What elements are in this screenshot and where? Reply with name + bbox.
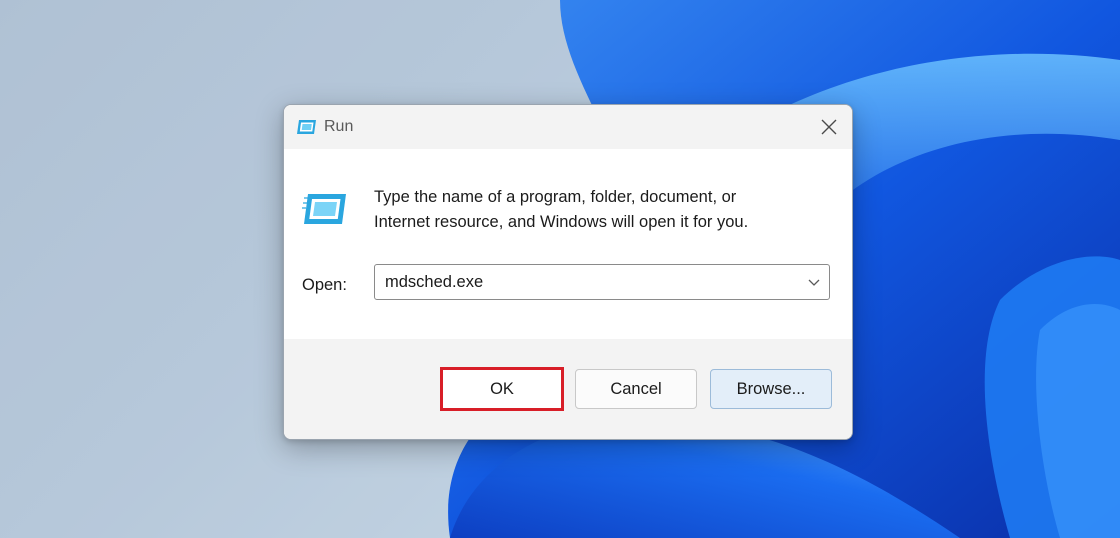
run-app-icon xyxy=(297,120,316,134)
close-x-icon xyxy=(821,119,837,135)
desktop: Run Type the name of a program, folder, … xyxy=(0,0,1120,538)
dialog-title: Run xyxy=(324,118,354,135)
description-line-1: Type the name of a program, folder, docu… xyxy=(374,188,737,206)
open-combobox[interactable] xyxy=(374,264,830,300)
open-input[interactable] xyxy=(385,265,795,299)
content-area: Type the name of a program, folder, docu… xyxy=(284,149,852,339)
button-row: OK Cancel Browse... xyxy=(284,339,852,439)
ok-button[interactable]: OK xyxy=(440,367,564,411)
run-dialog: Run Type the name of a program, folder, … xyxy=(283,104,853,440)
description-line-2: Internet resource, and Windows will open… xyxy=(374,213,749,231)
cancel-button[interactable]: Cancel xyxy=(575,369,697,409)
description-text: Type the name of a program, folder, docu… xyxy=(374,185,814,235)
title-bar[interactable]: Run xyxy=(284,105,852,149)
run-app-icon xyxy=(302,194,346,224)
open-label: Open: xyxy=(302,276,347,294)
close-button[interactable] xyxy=(806,105,852,149)
chevron-down-icon[interactable] xyxy=(807,276,821,288)
browse-button[interactable]: Browse... xyxy=(710,369,832,409)
